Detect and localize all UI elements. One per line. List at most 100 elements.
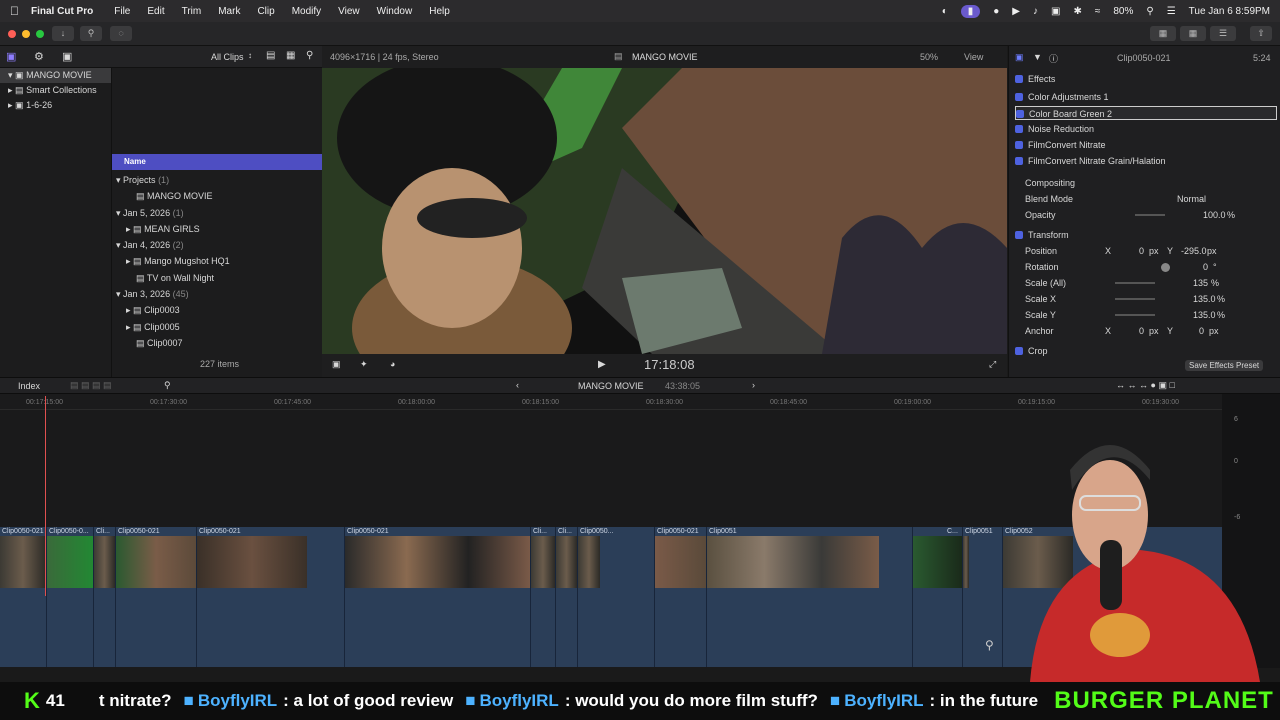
timeline-ruler[interactable]: 00:17:15:00 00:17:30:00 00:17:45:00 00:1… <box>0 394 1222 410</box>
libraries-icon[interactable]: ▣ <box>6 50 16 63</box>
timeline-clip[interactable]: Clip0050-021 <box>345 527 531 667</box>
minimize-window-button[interactable] <box>22 30 30 38</box>
timeline-clip[interactable]: Clip0050-021 <box>655 527 707 667</box>
timeline-clip[interactable]: Clip0051 <box>963 527 1003 667</box>
checkbox[interactable] <box>1015 93 1023 101</box>
filter-dropdown[interactable]: All Clips <box>211 52 244 62</box>
list-item[interactable]: ▤ MANGO MOVIE <box>112 188 322 204</box>
forward-arrow-icon[interactable]: › <box>752 380 755 390</box>
video-viewer[interactable] <box>322 68 1007 354</box>
checkbox[interactable] <box>1016 110 1024 118</box>
rotation-value[interactable]: 0 <box>1203 260 1208 274</box>
info-inspector-icon[interactable]: ⓘ <box>1049 52 1058 65</box>
menu-file[interactable]: File <box>114 6 130 17</box>
group-row[interactable]: ▾ Jan 3, 2026 (45) <box>112 286 322 302</box>
display-icon[interactable]: ▣ <box>1051 6 1060 17</box>
enhance-icon[interactable]: ✦ <box>360 359 368 370</box>
timeline-clip[interactable]: C... <box>913 527 963 667</box>
project-name[interactable]: MANGO MOVIE <box>578 381 644 391</box>
timeline-clip[interactable]: Cli... <box>556 527 578 667</box>
view-dropdown[interactable]: View <box>964 52 983 62</box>
effect-row[interactable]: FilmConvert Nitrate Grain/Halation <box>1015 154 1277 168</box>
filmstrip-icon[interactable]: ▤ <box>266 50 275 61</box>
scale-x-value[interactable]: 135.0 <box>1193 292 1216 306</box>
import-button[interactable]: ↓ <box>52 26 74 41</box>
save-effects-preset-button[interactable]: Save Effects Preset <box>1185 360 1264 371</box>
scale-y-slider[interactable] <box>1115 314 1155 316</box>
position-y-value[interactable]: -295.0 <box>1181 244 1207 258</box>
effects-header-row[interactable]: Effects <box>1015 72 1277 86</box>
menu-modify[interactable]: Modify <box>292 6 321 17</box>
video-inspector-icon[interactable]: ▣ <box>1015 52 1024 63</box>
opacity-value[interactable]: 100.0 <box>1203 208 1226 222</box>
opacity-slider[interactable] <box>1135 214 1165 216</box>
menu-view[interactable]: View <box>338 6 360 17</box>
compositing-header[interactable]: Compositing <box>1015 176 1277 190</box>
group-row[interactable]: ▾ Jan 5, 2026 (1) <box>112 205 322 221</box>
checkbox[interactable] <box>1015 125 1023 133</box>
snapping-icon[interactable]: ↔ ↔ ↔ ● ▣ □ <box>1116 380 1175 391</box>
library-row[interactable]: ▾ ▣ MANGO MOVIE <box>0 68 111 83</box>
list-item[interactable]: ▸ ▤ MEAN GIRLS <box>112 221 322 237</box>
zoom-dropdown[interactable]: 50% <box>920 52 938 62</box>
effect-row-selected[interactable]: Color Board Green 2 <box>1015 106 1277 120</box>
play-icon[interactable]: ▶ <box>1012 6 1020 17</box>
scale-all-slider[interactable] <box>1115 282 1155 284</box>
wifi-icon[interactable]: ≈ <box>1095 6 1101 17</box>
checkbox[interactable] <box>1015 75 1023 83</box>
focus-icon[interactable]: ● <box>993 6 999 17</box>
inspector-toggle-button[interactable]: ☰ <box>1210 26 1236 41</box>
app-menu[interactable]: Final Cut Pro <box>31 6 93 17</box>
timeline-clip[interactable]: Clip0050-0... <box>47 527 94 667</box>
screen-share-icon[interactable]: ◐ <box>942 6 948 17</box>
transform-tool-icon[interactable]: ▣ <box>332 359 341 370</box>
timeline-clip[interactable]: Clip0051 <box>707 527 913 667</box>
timeline-clip[interactable]: Clip0050-021 <box>197 527 345 667</box>
back-arrow-icon[interactable]: ‹ <box>516 380 519 390</box>
workspace-button[interactable]: ▦ <box>1150 26 1176 41</box>
anchor-x-value[interactable]: 0 <box>1139 324 1144 338</box>
sidebar-item-smart-collections[interactable]: ▸ ▤ Smart Collections <box>0 83 111 98</box>
apple-icon[interactable]:  <box>10 4 19 18</box>
list-item[interactable]: ▸ ▤ Clip0005 <box>112 319 322 335</box>
search-icon[interactable]: ⚲ <box>1146 6 1153 17</box>
sidebar-item-event[interactable]: ▸ ▣ 1-6-26 <box>0 98 111 113</box>
index-button[interactable]: Index <box>18 381 40 391</box>
position-x-value[interactable]: 0 <box>1139 244 1144 258</box>
disclosure-icon[interactable]: ▾ <box>8 70 13 80</box>
timeline-clip[interactable]: Cli... <box>531 527 556 667</box>
control-center-icon[interactable]: ☰ <box>1167 6 1176 17</box>
group-row[interactable]: ▾ Projects (1) <box>112 172 322 188</box>
menu-help[interactable]: Help <box>429 6 450 17</box>
effect-row[interactable]: Noise Reduction <box>1015 122 1277 136</box>
speed-icon[interactable]: ◕ <box>390 359 395 369</box>
photos-icon[interactable]: ⚙ <box>34 50 44 63</box>
rotation-dial[interactable] <box>1161 263 1170 272</box>
fullscreen-icon[interactable]: ⤢ <box>989 359 996 370</box>
group-row[interactable]: ▾ Jan 4, 2026 (2) <box>112 237 322 253</box>
crop-header-row[interactable]: Crop <box>1015 344 1277 358</box>
timeline-clip[interactable]: Clip0050-021 <box>116 527 197 667</box>
background-tasks-button[interactable]: ◌ <box>110 26 132 41</box>
anchor-y-value[interactable]: 0 <box>1199 324 1204 338</box>
effect-row[interactable]: Color Adjustments 1 <box>1015 90 1277 104</box>
clock[interactable]: Tue Jan 6 8:59PM <box>1189 6 1270 17</box>
blend-mode-dropdown[interactable]: Normal <box>1177 192 1206 206</box>
menu-trim[interactable]: Trim <box>182 6 202 17</box>
checkbox[interactable] <box>1015 157 1023 165</box>
timecode[interactable]: 17:18:08 <box>644 357 695 372</box>
effect-row[interactable]: FilmConvert Nitrate <box>1015 138 1277 152</box>
close-window-button[interactable] <box>8 30 16 38</box>
menu-edit[interactable]: Edit <box>147 6 164 17</box>
timeline-clip[interactable]: Cli... <box>94 527 116 667</box>
battery-label[interactable]: 80% <box>1113 6 1133 17</box>
share-button[interactable]: ⇧ <box>1250 26 1272 41</box>
list-item[interactable]: ▸ ▤ Clip0003 <box>112 302 322 318</box>
search-icon[interactable]: ⚲ <box>306 50 313 61</box>
play-button[interactable]: ▶ <box>598 359 606 370</box>
zoom-window-button[interactable] <box>36 30 44 38</box>
edit-tools-icon[interactable]: ▤ ▤ ▤ ▤ <box>70 380 112 391</box>
scale-all-value[interactable]: 135 <box>1193 276 1208 290</box>
column-header-name[interactable]: Name <box>112 154 322 170</box>
playhead[interactable] <box>45 396 46 596</box>
